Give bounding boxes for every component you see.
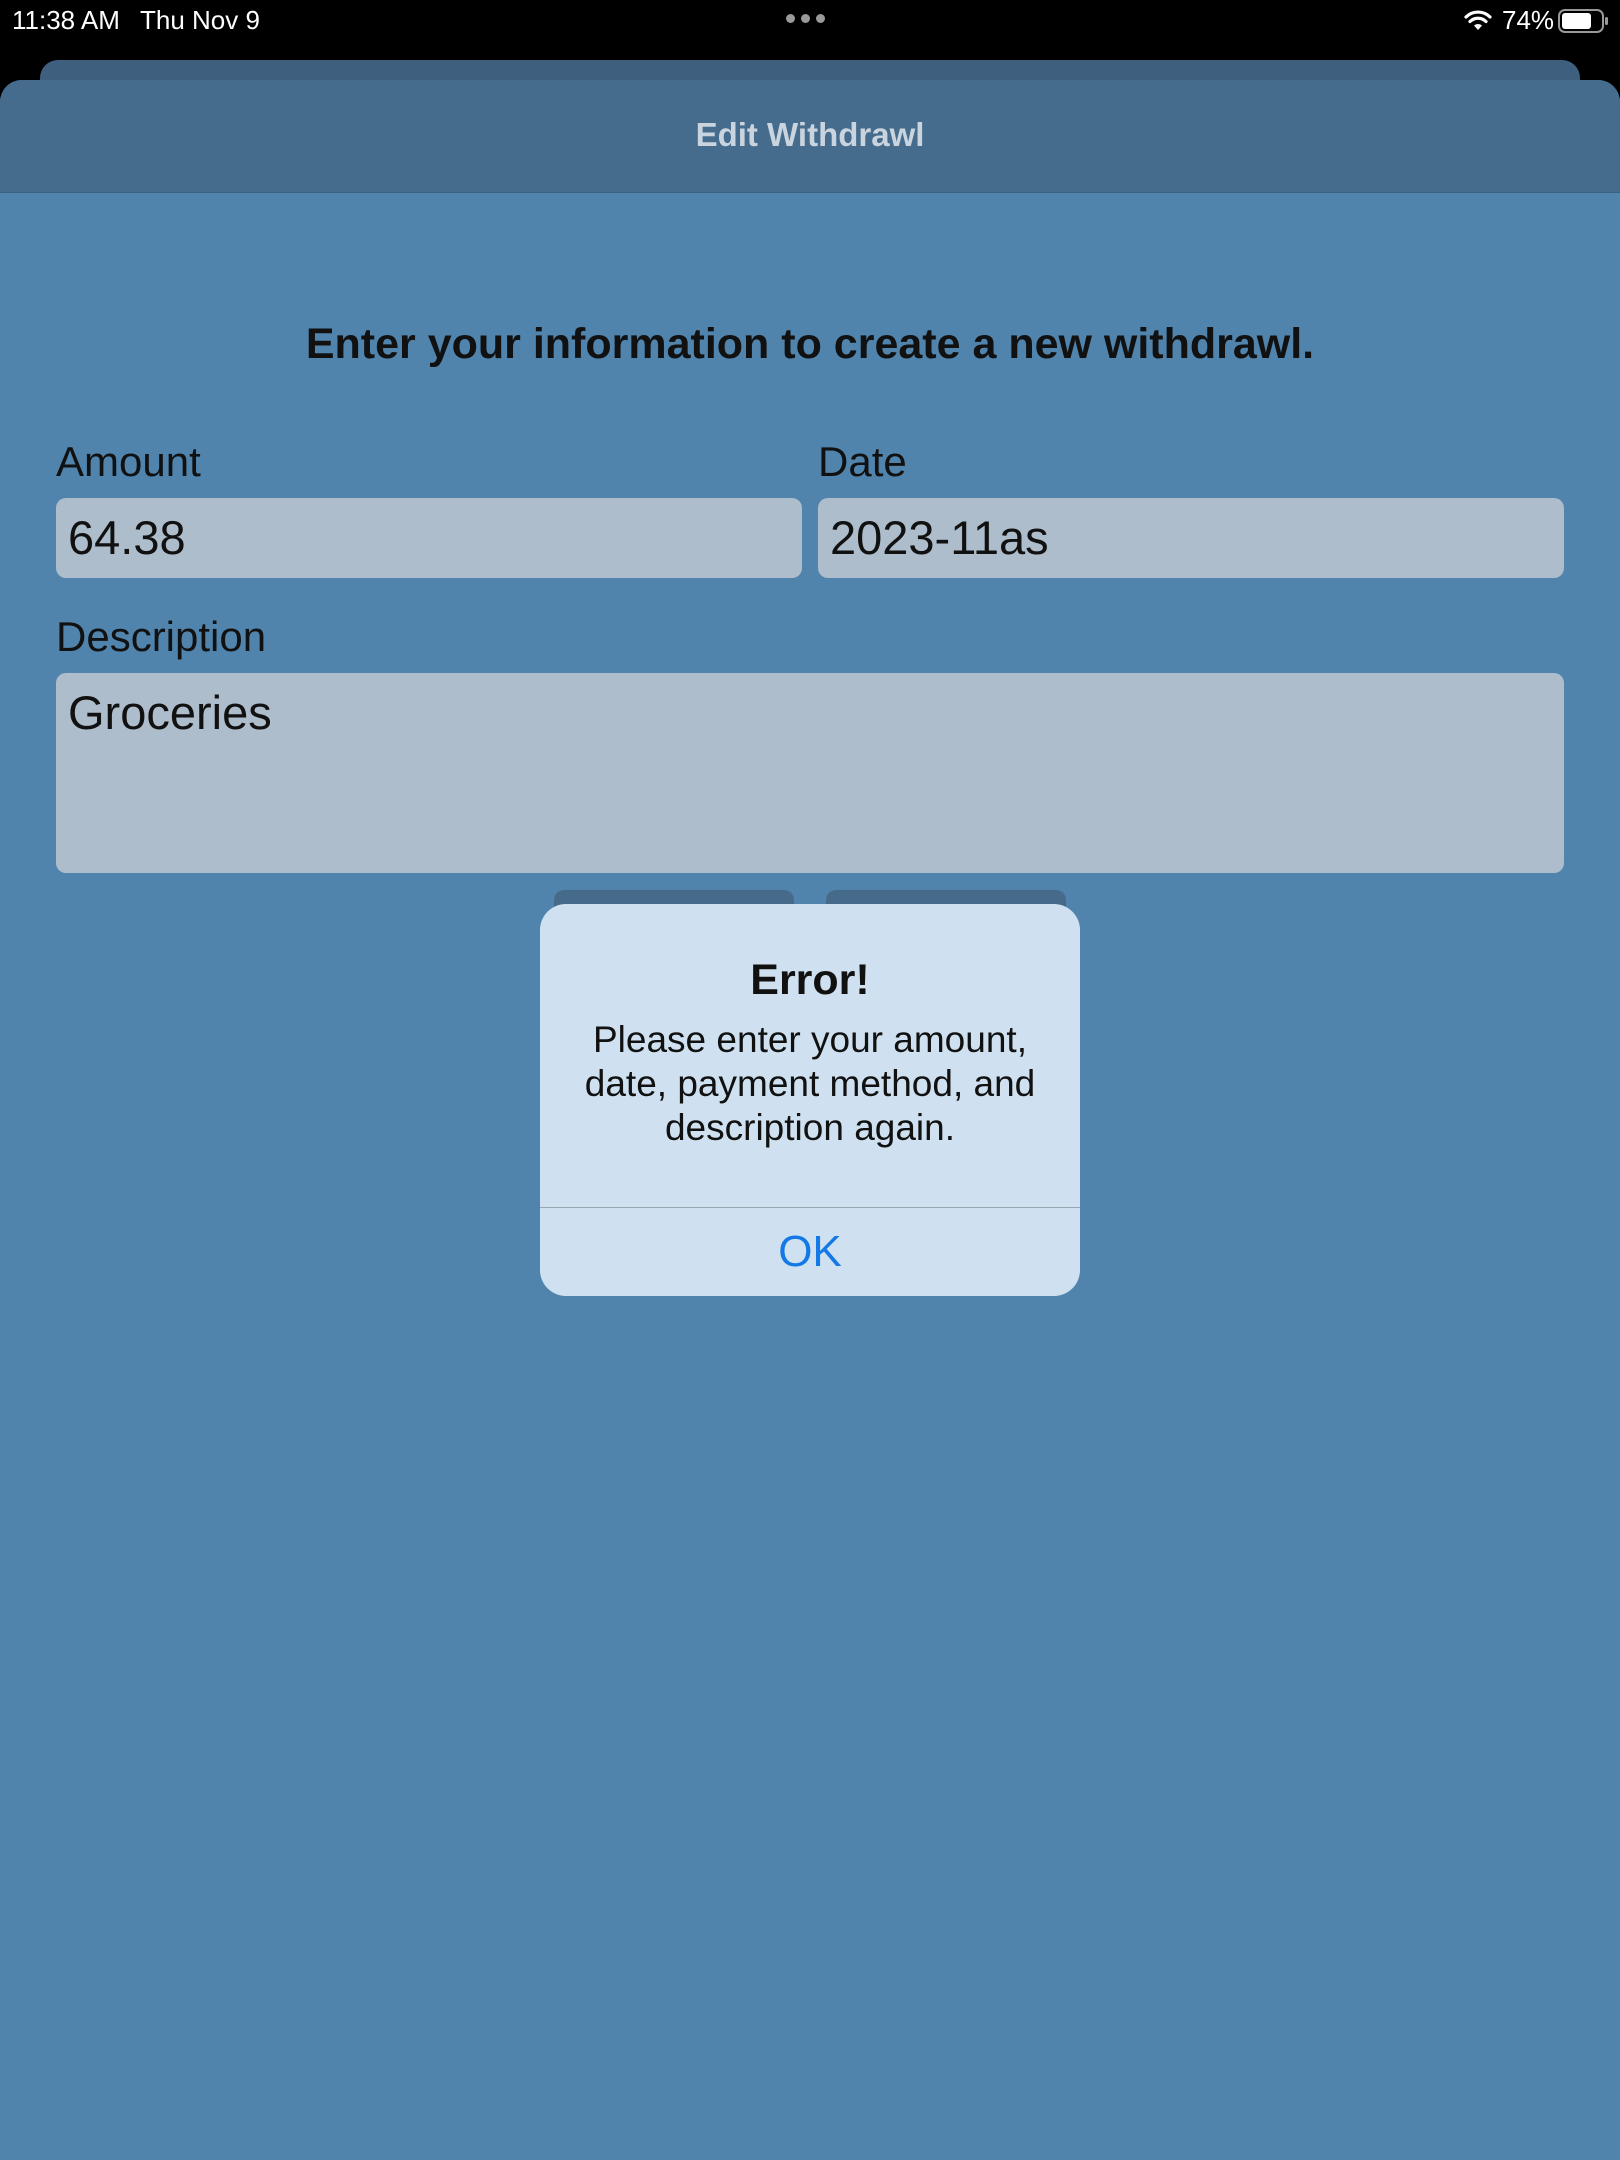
error-alert: Error! Please enter your amount, date, p… <box>540 904 1080 1296</box>
ok-button[interactable]: OK <box>540 1208 1080 1296</box>
nav-title: Edit Withdrawl <box>695 116 925 153</box>
battery-percentage: 74% <box>1502 5 1555 35</box>
navigation-bar: Edit Withdrawl <box>0 80 1620 193</box>
screen: 11:38 AM Thu Nov 9 74% Edit Withdrawl En… <box>0 0 1620 2160</box>
status-bar: 11:38 AM Thu Nov 9 74% <box>0 0 1620 42</box>
date-field[interactable]: 2023-11as <box>818 498 1564 578</box>
amount-label: Amount <box>56 438 201 485</box>
description-field[interactable]: Groceries <box>56 673 1564 873</box>
status-time: 11:38 AM <box>12 5 120 35</box>
form-instruction: Enter your information to create a new w… <box>305 320 1315 368</box>
battery-icon <box>1558 9 1608 33</box>
status-date: Thu Nov 9 <box>140 5 260 35</box>
alert-message: Please enter your amount, date, payment … <box>584 1019 1036 1148</box>
amount-field[interactable]: 64.38 <box>56 498 802 578</box>
alert-title: Error! <box>750 956 870 1004</box>
wifi-icon <box>1464 10 1492 30</box>
multitasking-dots-icon[interactable] <box>786 14 825 23</box>
description-label: Description <box>56 613 267 660</box>
date-label: Date <box>818 438 907 485</box>
